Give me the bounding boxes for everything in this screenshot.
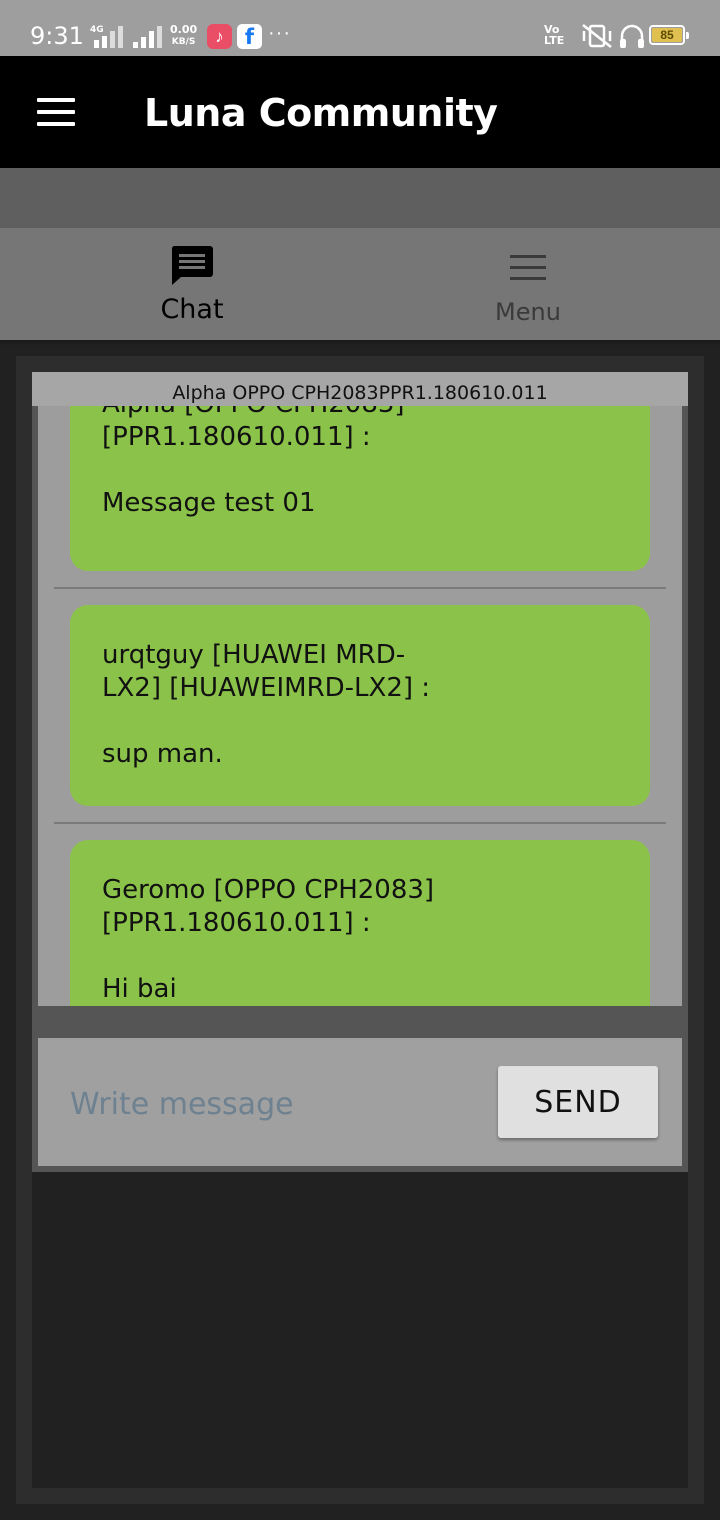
message-divider <box>54 822 666 824</box>
more-notifications-icon: ··· <box>268 22 291 44</box>
message-sender: urqtguy [HUAWEI MRD-LX2] [HUAWEIMRD-LX2]… <box>102 640 431 703</box>
message-sender: Alpha [OPPO CPH2083] [PPR1.180610.011] : <box>102 406 405 452</box>
speed-value: 0.00 <box>170 23 198 36</box>
app-title: Luna Community <box>144 91 498 135</box>
volte-indicator: Vo LTE <box>544 23 565 47</box>
chat-header: Alpha OPPO CPH2083PPR1.180610.011 <box>32 372 688 406</box>
message-divider <box>54 587 666 589</box>
signal-icon <box>94 26 123 48</box>
menu-icon <box>510 255 546 280</box>
facebook-app-icon: f <box>237 24 262 49</box>
speed-unit: KB/S <box>171 37 196 47</box>
message-text: Message test 01 <box>102 488 316 518</box>
headphones-icon <box>620 24 644 48</box>
battery-icon: 85 <box>649 25 689 45</box>
hamburger-menu-icon[interactable] <box>37 98 75 126</box>
message-bubble: urqtguy [HUAWEI MRD-LX2] [HUAWEIMRD-LX2]… <box>70 605 650 806</box>
message-composer: SEND <box>38 1038 682 1166</box>
vibrate-off-icon <box>582 24 612 48</box>
status-bar: 9:31 4G 0.00 KB/S ♪ f ··· Vo LTE 85 <box>0 0 720 56</box>
chat-icon <box>171 246 213 285</box>
status-time: 9:31 <box>30 22 84 50</box>
send-button[interactable]: SEND <box>498 1066 658 1138</box>
message-input[interactable] <box>70 1082 480 1126</box>
message-text: Hi bai <box>102 974 177 1004</box>
network-speed: 0.00 KB/S <box>170 24 197 48</box>
tab-menu[interactable]: Menu <box>348 228 708 340</box>
tab-chat-label: Chat <box>160 294 224 325</box>
signal-icon <box>133 26 162 48</box>
tab-bar: Chat Menu <box>0 228 720 340</box>
message-sender: Geromo [OPPO CPH2083] [PPR1.180610.011] … <box>102 875 435 938</box>
message-list[interactable]: Alpha [OPPO CPH2083] [PPR1.180610.011] :… <box>38 406 682 1006</box>
toolbar-strip <box>0 168 720 228</box>
message-bubble: Alpha [OPPO CPH2083] [PPR1.180610.011] :… <box>70 406 650 571</box>
music-app-icon: ♪ <box>207 24 232 49</box>
message-bubble: Geromo [OPPO CPH2083] [PPR1.180610.011] … <box>70 840 650 1006</box>
battery-level: 85 <box>652 28 682 42</box>
tab-menu-label: Menu <box>495 298 561 326</box>
message-text: sup man. <box>102 739 223 769</box>
tab-chat[interactable]: Chat <box>12 228 372 340</box>
